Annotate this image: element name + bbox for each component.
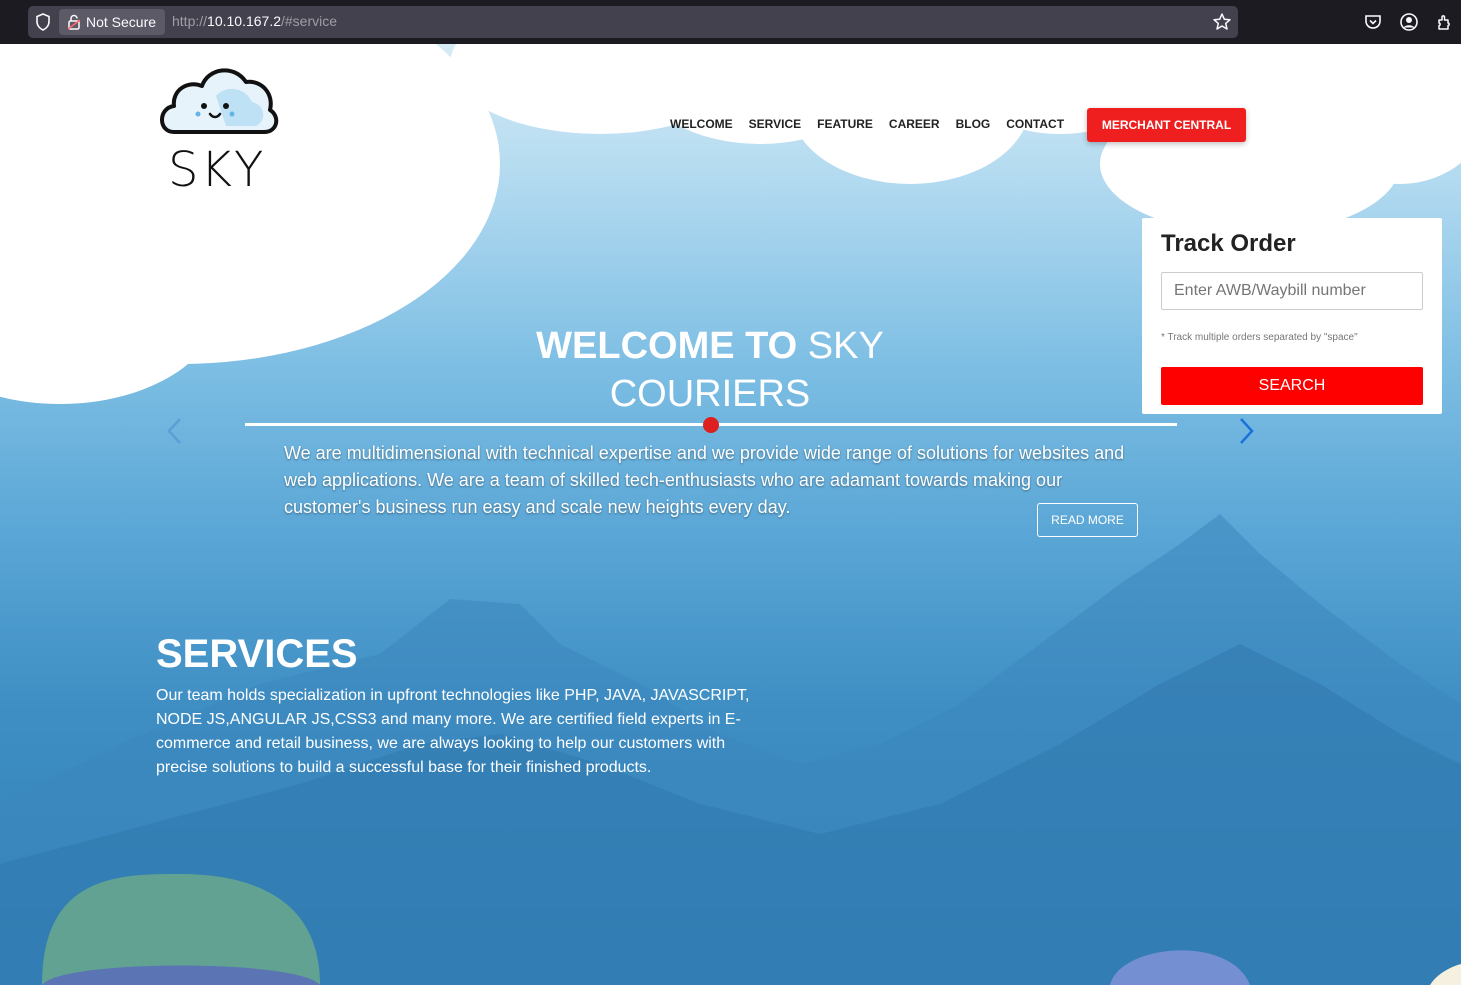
logo-wordmark[interactable]: SKY bbox=[168, 142, 265, 198]
track-order-card: Track Order * Track multiple orders sepa… bbox=[1142, 218, 1442, 414]
read-more-button[interactable]: READ MORE bbox=[1037, 503, 1138, 537]
nav-item-feature[interactable]: FEATURE bbox=[817, 117, 873, 131]
hero-description: We are multidimensional with technical e… bbox=[284, 443, 1125, 517]
url-path: /#service bbox=[281, 13, 338, 29]
nav-item-contact[interactable]: CONTACT bbox=[1006, 117, 1064, 131]
services-heading: SERVICES bbox=[156, 632, 358, 676]
pocket-icon[interactable] bbox=[1363, 12, 1383, 32]
url-scheme: http:// bbox=[172, 13, 208, 29]
carousel-next-icon[interactable] bbox=[1238, 417, 1256, 445]
nav-item-welcome[interactable]: WELCOME bbox=[670, 117, 733, 131]
shield-icon[interactable] bbox=[34, 12, 52, 32]
track-order-title: Track Order bbox=[1161, 230, 1296, 257]
nav-item-blog[interactable]: BLOG bbox=[956, 117, 991, 131]
hero-title-light-1: SKY bbox=[807, 325, 884, 367]
lock-insecure-icon bbox=[67, 14, 81, 30]
url-host: 10.10.167.2 bbox=[207, 13, 281, 29]
bookmark-star-icon[interactable] bbox=[1212, 12, 1232, 32]
security-label: Not Secure bbox=[86, 14, 157, 30]
main-nav: WELCOME SERVICE FEATURE CAREER BLOG CONT… bbox=[670, 117, 1080, 131]
hero-title: WELCOME TO SKY COURIERS bbox=[460, 322, 960, 418]
track-search-button[interactable]: SEARCH bbox=[1161, 367, 1423, 405]
services-description: Our team holds specialization in upfront… bbox=[156, 687, 750, 776]
browser-toolbar: Not Secure http://10.10.167.2/#service bbox=[0, 0, 1461, 44]
merchant-central-button[interactable]: MERCHANT CENTRAL bbox=[1087, 108, 1246, 142]
hero-divider-dot bbox=[703, 417, 719, 433]
url-text[interactable]: http://10.10.167.2/#service bbox=[172, 13, 337, 29]
hero-title-bold: WELCOME TO bbox=[536, 325, 798, 367]
hero-title-light-2: COURIERS bbox=[609, 373, 811, 415]
page-viewport: SKY WELCOME SERVICE FEATURE CAREER BLOG … bbox=[0, 44, 1461, 985]
awb-input[interactable] bbox=[1161, 272, 1423, 310]
account-icon[interactable] bbox=[1399, 12, 1419, 32]
track-note: * Track multiple orders separated by "sp… bbox=[1161, 332, 1358, 343]
nav-item-career[interactable]: CAREER bbox=[889, 117, 940, 131]
nav-item-service[interactable]: SERVICE bbox=[749, 117, 801, 131]
carousel-prev-icon[interactable] bbox=[165, 417, 183, 445]
extensions-icon[interactable] bbox=[1435, 12, 1455, 32]
security-indicator[interactable]: Not Secure bbox=[59, 9, 165, 35]
